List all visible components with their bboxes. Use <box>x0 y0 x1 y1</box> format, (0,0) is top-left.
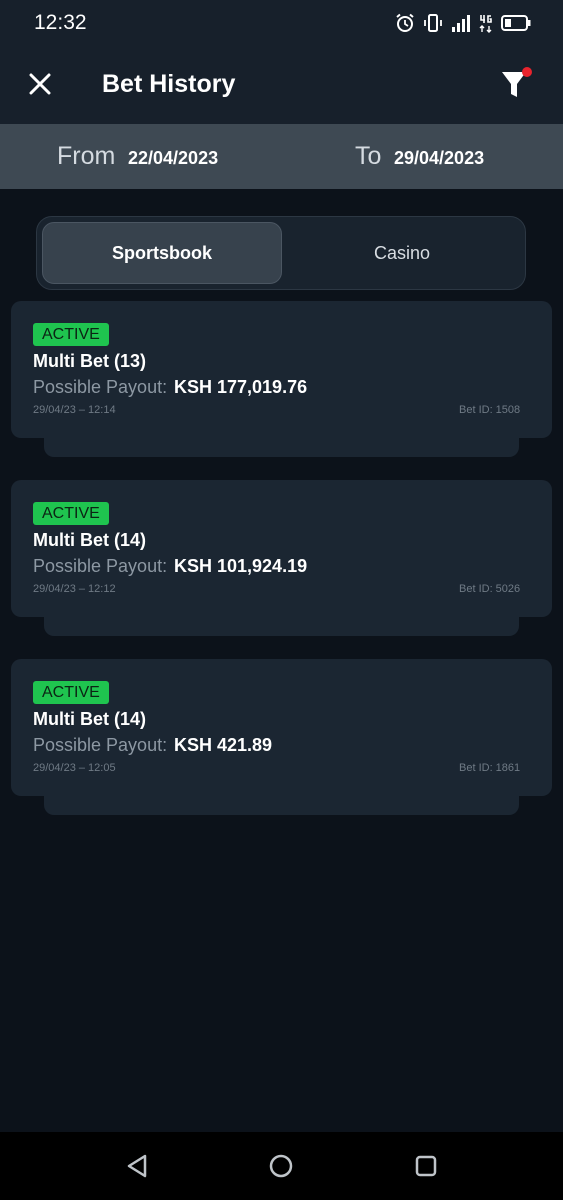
bet-datetime: 29/04/23 – 12:12 <box>33 583 116 595</box>
bet-datetime: 29/04/23 – 12:05 <box>33 762 116 774</box>
bet-card-body[interactable]: ACTIVE Multi Bet (13) Possible Payout: K… <box>11 301 552 438</box>
filter-icon <box>502 67 532 97</box>
status-icons <box>395 12 531 34</box>
app-header: Bet History <box>0 46 563 124</box>
status-time: 12:32 <box>34 11 87 34</box>
bet-card[interactable]: ACTIVE Multi Bet (13) Possible Payout: K… <box>11 301 552 459</box>
payout-value: KSH 421.89 <box>174 735 273 755</box>
date-to-value[interactable]: 29/04/2023 <box>394 148 484 169</box>
recents-square-icon <box>415 1155 437 1177</box>
system-nav-bar <box>0 1132 563 1200</box>
payout-value: KSH 101,924.19 <box>174 556 308 576</box>
bet-card-body[interactable]: ACTIVE Multi Bet (14) Possible Payout: K… <box>11 480 552 617</box>
bet-card-body[interactable]: ACTIVE Multi Bet (14) Possible Payout: K… <box>11 659 552 796</box>
payout-label: Possible Payout: <box>33 735 168 755</box>
page-title: Bet History <box>102 70 236 98</box>
bet-type: Multi Bet (14) <box>33 709 147 729</box>
home-circle-icon <box>269 1154 293 1178</box>
bet-card[interactable]: ACTIVE Multi Bet (14) Possible Payout: K… <box>11 480 552 638</box>
tab-sportsbook[interactable]: Sportsbook <box>42 222 282 284</box>
nav-home-button[interactable] <box>266 1151 296 1181</box>
bet-id: Bet ID: 1861 <box>459 762 521 774</box>
close-icon <box>29 73 51 95</box>
date-from-value[interactable]: 22/04/2023 <box>128 148 218 169</box>
payout-label: Possible Payout: <box>33 377 168 397</box>
date-range-bar[interactable]: From 22/04/2023 To 29/04/2023 <box>0 124 563 189</box>
bet-id: Bet ID: 5026 <box>459 583 521 595</box>
filter-active-dot <box>522 67 532 77</box>
signal-icon <box>452 15 470 32</box>
bet-card[interactable]: ACTIVE Multi Bet (14) Possible Payout: K… <box>11 659 552 817</box>
filter-button[interactable] <box>494 64 538 104</box>
nav-recents-button[interactable] <box>411 1151 441 1181</box>
payout-label: Possible Payout: <box>33 556 168 576</box>
battery-icon <box>501 15 531 31</box>
back-triangle-icon <box>127 1154 147 1178</box>
alarm-icon <box>396 13 414 32</box>
nav-back-button[interactable] <box>123 1151 153 1181</box>
status-badge: ACTIVE <box>33 681 109 704</box>
date-to-label: To <box>355 142 382 170</box>
tab-casino[interactable]: Casino <box>282 222 522 284</box>
close-button[interactable] <box>22 66 58 102</box>
status-badge: ACTIVE <box>33 502 109 525</box>
tab-switcher: Sportsbook Casino <box>36 216 526 290</box>
status-badge: ACTIVE <box>33 323 109 346</box>
bet-type: Multi Bet (14) <box>33 530 147 550</box>
network-4g-icon <box>479 15 492 33</box>
vibrate-icon <box>424 14 442 32</box>
payout-value: KSH 177,019.76 <box>174 377 308 397</box>
date-from-label: From <box>57 142 116 170</box>
bet-datetime: 29/04/23 – 12:14 <box>33 404 116 416</box>
bet-type: Multi Bet (13) <box>33 351 147 371</box>
bet-id: Bet ID: 1508 <box>459 404 521 416</box>
status-bar: 12:32 <box>0 0 563 46</box>
